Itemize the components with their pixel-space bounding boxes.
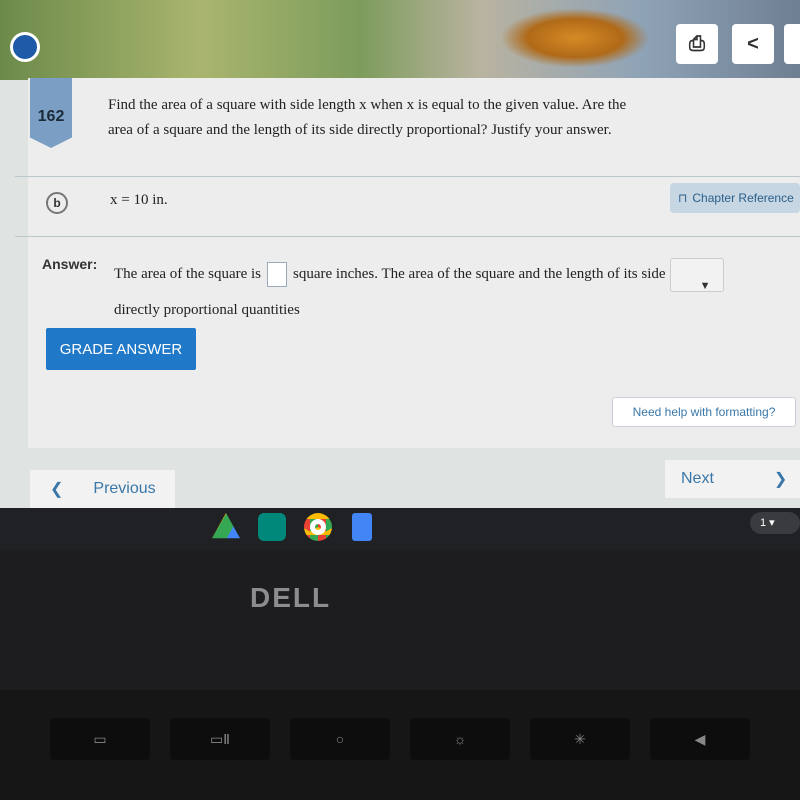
chevron-down-icon: ▼ bbox=[699, 279, 711, 292]
back-button[interactable]: < bbox=[732, 24, 774, 64]
keyboard: ▭ ▭Ⅱ ○ ☼ ✳ ◀ bbox=[0, 690, 800, 800]
menu-button[interactable] bbox=[784, 24, 800, 64]
key: ▭ bbox=[50, 718, 150, 760]
answer-label: Answer: bbox=[42, 256, 98, 272]
chevron-left-icon: < bbox=[747, 32, 759, 55]
key: ▭Ⅱ bbox=[170, 718, 270, 760]
chevron-right-icon: ❯ bbox=[773, 471, 788, 488]
part-label: b bbox=[46, 192, 68, 214]
print-icon: ⎙ bbox=[689, 32, 705, 55]
question-number: 162 bbox=[30, 78, 72, 148]
taskbar bbox=[0, 508, 800, 550]
dell-logo: DELL bbox=[250, 582, 332, 613]
print-button[interactable]: ⎙ bbox=[676, 24, 718, 64]
status-tray[interactable]: 1 ▾ bbox=[750, 512, 800, 534]
key: ◀ bbox=[650, 718, 750, 760]
formatting-help-button[interactable]: Need help with formatting? bbox=[612, 397, 796, 427]
chrome-icon[interactable] bbox=[304, 513, 332, 541]
question-text: Find the area of a square with side leng… bbox=[108, 97, 627, 138]
key: ✳ bbox=[530, 718, 630, 760]
answer-sentence: The area of the square is square inches. … bbox=[114, 256, 764, 328]
chapter-reference-button[interactable]: ⊓ Chapter Reference bbox=[670, 183, 800, 213]
previous-button[interactable]: ❮ Previous bbox=[30, 470, 175, 508]
key: ○ bbox=[290, 718, 390, 760]
key: ☼ bbox=[410, 718, 510, 760]
bookmark-icon: ⊓ bbox=[678, 191, 688, 205]
divider bbox=[15, 176, 800, 177]
divider bbox=[15, 236, 800, 237]
google-docs-icon[interactable] bbox=[352, 513, 372, 541]
next-button[interactable]: Next ❯ bbox=[665, 460, 800, 498]
grade-answer-button[interactable]: GRADE ANSWER bbox=[46, 328, 196, 370]
screen: ⎙ < 162 Find the area of a square with s… bbox=[0, 0, 800, 550]
chevron-left-icon: ❮ bbox=[50, 481, 64, 498]
app-logo[interactable] bbox=[10, 32, 40, 62]
butterfly-image bbox=[500, 8, 650, 68]
given-value: x = 10 in. bbox=[110, 192, 168, 208]
google-meet-icon[interactable] bbox=[258, 513, 286, 541]
area-input[interactable] bbox=[267, 262, 288, 288]
proportional-dropdown[interactable]: ▼ bbox=[669, 257, 724, 292]
